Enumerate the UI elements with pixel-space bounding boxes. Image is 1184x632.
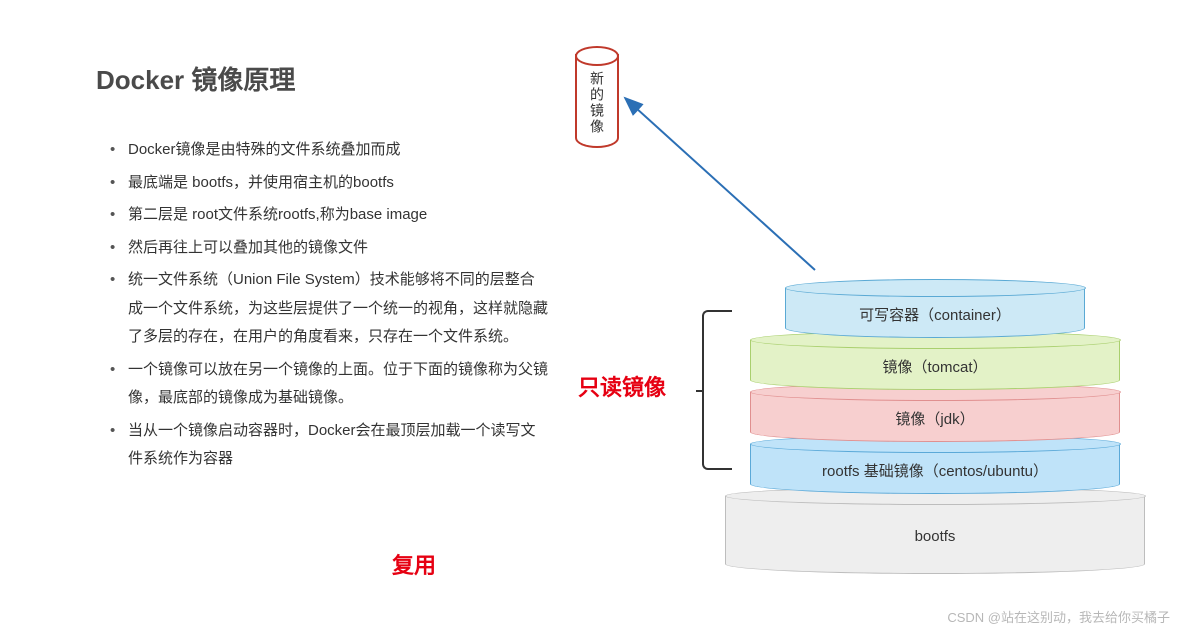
new-image-cylinder: 新的镜像 [575, 54, 619, 148]
bullet-item: 统一文件系统（Union File System）技术能够将不同的层整合成一个文… [108, 266, 548, 352]
layer-bootfs: bootfs [725, 496, 1145, 574]
layer-tomcat: 镜像（tomcat） [750, 340, 1120, 390]
layer-jdk-label: 镜像（jdk） [895, 408, 974, 429]
label-reuse: 复用 [392, 548, 436, 580]
watermark: CSDN @站在这别动，我去给你买橘子 [947, 607, 1170, 626]
layer-container-label: 可写容器（container） [859, 304, 1011, 325]
layer-jdk: 镜像（jdk） [750, 392, 1120, 442]
page-title: Docker 镜像原理 [96, 60, 295, 97]
bullet-item: 当从一个镜像启动容器时，Docker会在最顶层加载一个读写文件系统作为容器 [108, 417, 548, 474]
bullet-item: 第二层是 root文件系统rootfs,称为base image [108, 201, 548, 230]
bullet-item: 最底端是 bootfs，并使用宿主机的bootfs [108, 169, 548, 198]
layer-rootfs-label: rootfs 基础镜像（centos/ubuntu） [822, 460, 1048, 481]
bullet-item: Docker镜像是由特殊的文件系统叠加而成 [108, 136, 548, 165]
layer-tomcat-label: 镜像（tomcat） [882, 356, 987, 377]
bullet-item: 一个镜像可以放在另一个镜像的上面。位于下面的镜像称为父镜像，最底部的镜像成为基础… [108, 356, 548, 413]
layer-container: 可写容器（container） [785, 288, 1085, 338]
layer-rootfs: rootfs 基础镜像（centos/ubuntu） [750, 444, 1120, 494]
layer-bootfs-label: bootfs [915, 528, 956, 545]
label-readonly: 只读镜像 [578, 370, 666, 402]
bullet-list: Docker镜像是由特殊的文件系统叠加而成 最底端是 bootfs，并使用宿主机… [108, 136, 548, 478]
bullet-item: 然后再往上可以叠加其他的镜像文件 [108, 234, 548, 263]
layer-stack: bootfs rootfs 基础镜像（centos/ubuntu） 镜像（jdk… [720, 244, 1150, 584]
new-image-label: 新的镜像 [587, 71, 607, 135]
